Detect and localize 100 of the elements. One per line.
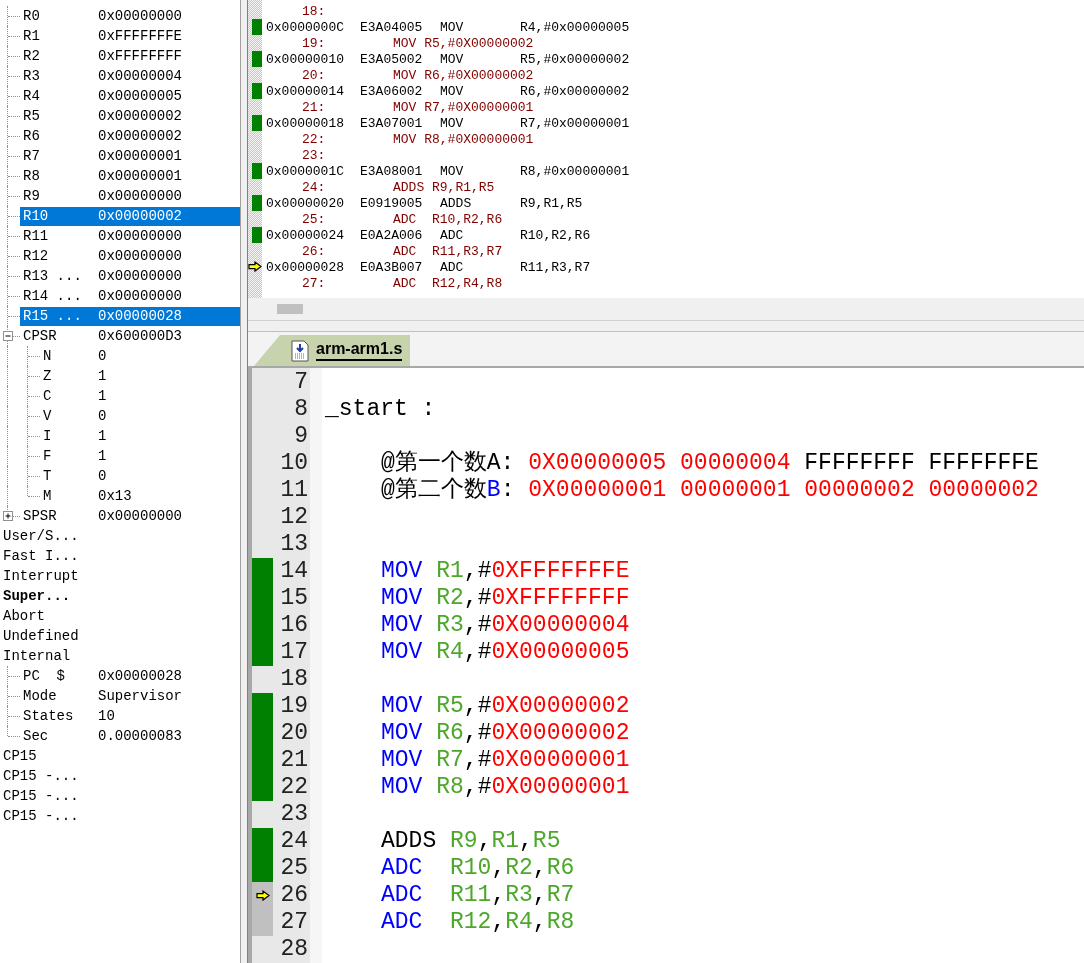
register-value: 1 (98, 448, 107, 464)
code-line: MOV R2,#0XFFFFFFFF (380, 585, 630, 612)
register-row[interactable]: R11 0x00000000 (20, 226, 240, 246)
code-line: ADC R11,R3,R7 (380, 882, 575, 909)
mode-group[interactable]: Super... (0, 586, 240, 606)
register-row[interactable]: PC $ 0x00000028 (20, 666, 240, 686)
mode-group[interactable]: Internal (0, 646, 240, 666)
register-row[interactable]: R10 0x00000002 (20, 206, 240, 226)
mode-group[interactable]: CP15 -... (0, 766, 240, 786)
register-row[interactable]: R13 ... 0x00000000 (20, 266, 240, 286)
register-row[interactable]: V 0 (40, 406, 240, 426)
code-line: ADDS R9,R1,R5 (380, 828, 561, 855)
instruction-mnemonic: MOV (440, 163, 465, 179)
scrollbar-thumb[interactable] (277, 304, 303, 314)
register-row[interactable]: N 0 (40, 346, 240, 366)
register-row[interactable]: F 1 (40, 446, 240, 466)
mode-group[interactable]: Fast I... (0, 546, 240, 566)
instruction-opcode: E0A2A006 (360, 227, 424, 243)
register-row[interactable]: M 0x13 (40, 486, 240, 506)
register-name: R6 (22, 128, 41, 144)
register-row[interactable]: R8 0x00000001 (20, 166, 240, 186)
code-line: @第二个数B: 0X00000001 00000001 00000002 00000002 (380, 477, 1039, 504)
mode-group[interactable]: CP15 -... (0, 786, 240, 806)
expand-toggle-icon[interactable] (3, 511, 13, 521)
register-row[interactable]: R6 0x00000002 (20, 126, 240, 146)
instruction-mnemonic: MOV (440, 19, 465, 35)
register-value: 0x00000000 (98, 508, 182, 524)
line-number: 10 (280, 450, 308, 476)
register-row[interactable]: I 1 (40, 426, 240, 446)
instruction-operands: R6,#0x00000002 (520, 83, 630, 99)
instruction-operands: R4,#0x00000005 (520, 19, 630, 35)
register-value: 0xFFFFFFFF (98, 48, 182, 64)
register-row[interactable]: R1 0xFFFFFFFE (20, 26, 240, 46)
register-value: 0.00000083 (98, 728, 182, 744)
instruction-operands: R11,R3,R7 (520, 259, 591, 275)
register-name: Z (42, 368, 53, 384)
register-row[interactable]: R3 0x00000004 (20, 66, 240, 86)
code-line: ADC R12,R4,R8 (380, 909, 575, 936)
instruction-operands: R8,#0x00000001 (520, 163, 630, 179)
collapse-toggle-icon[interactable] (3, 331, 13, 341)
source-code: ADC R12,R4,R8 (393, 275, 503, 291)
instruction-address: 0x00000024 (266, 227, 345, 243)
register-row[interactable]: R12 0x00000000 (20, 246, 240, 266)
register-row[interactable]: T 0 (40, 466, 240, 486)
source-code: ADDS R9,R1,R5 (393, 179, 495, 195)
register-name: R13 ... (22, 268, 83, 284)
line-number: 24 (280, 828, 308, 854)
register-row[interactable]: R5 0x00000002 (20, 106, 240, 126)
instruction-opcode: E0919005 (360, 195, 424, 211)
instruction-address: 0x00000010 (266, 51, 345, 67)
code-line: MOV R7,#0X00000001 (380, 747, 630, 774)
file-icon (290, 339, 310, 362)
mode-group[interactable]: Abort (0, 606, 240, 626)
source-line-number: 24: (302, 179, 327, 195)
code-line: MOV R8,#0X00000001 (380, 774, 630, 801)
register-name: R1 (22, 28, 41, 44)
register-row[interactable]: R4 0x00000005 (20, 86, 240, 106)
register-row[interactable]: CPSR 0x600000D3 (20, 326, 240, 346)
mode-group[interactable]: Interrupt (0, 566, 240, 586)
register-value: 0x00000001 (98, 148, 182, 164)
register-row[interactable]: States 10 (20, 706, 240, 726)
register-row[interactable]: Sec 0.00000083 (20, 726, 240, 746)
instruction-mnemonic: MOV (440, 51, 465, 67)
register-name: R15 ... (22, 308, 83, 324)
register-row[interactable]: SPSR 0x00000000 (20, 506, 240, 526)
register-value: 0x00000000 (98, 8, 182, 24)
mode-group[interactable]: User/S... (0, 526, 240, 546)
code-editor[interactable] (248, 366, 1084, 963)
register-row[interactable]: R14 ... 0x00000000 (20, 286, 240, 306)
instruction-opcode: E0A3B007 (360, 259, 424, 275)
register-name: I (42, 428, 53, 444)
mode-group[interactable]: CP15 -... (0, 806, 240, 826)
register-row[interactable]: Z 1 (40, 366, 240, 386)
register-row[interactable]: R9 0x00000000 (20, 186, 240, 206)
line-number: 19 (280, 693, 308, 719)
register-row[interactable]: R15 ... 0x00000028 (20, 306, 240, 326)
splitter[interactable] (241, 0, 248, 963)
register-name: Mode (22, 688, 58, 704)
line-number: 18 (280, 666, 308, 692)
register-row[interactable]: R7 0x00000001 (20, 146, 240, 166)
register-row[interactable]: R0 0x00000000 (20, 6, 240, 26)
register-name: R0 (22, 8, 41, 24)
line-number: 7 (294, 369, 308, 395)
line-number: 12 (280, 504, 308, 530)
file-tab[interactable]: arm-arm1.s (254, 335, 411, 366)
horizontal-scrollbar[interactable] (248, 298, 1084, 320)
instruction-opcode: E3A07001 (360, 115, 424, 131)
mode-group[interactable]: Undefined (0, 626, 240, 646)
line-number: 27 (280, 909, 308, 935)
mode-group[interactable]: CP15 (0, 746, 240, 766)
line-number: 28 (280, 936, 308, 962)
line-number: 26 (280, 882, 308, 908)
register-name: R9 (22, 188, 41, 204)
register-row[interactable]: C 1 (40, 386, 240, 406)
register-value: 0x00000000 (98, 248, 182, 264)
instruction-address: 0x00000028 (266, 259, 345, 275)
register-row[interactable]: Mode Supervisor (20, 686, 240, 706)
register-row[interactable]: R2 0xFFFFFFFF (20, 46, 240, 66)
instruction-mnemonic: MOV (440, 83, 465, 99)
line-number: 17 (280, 639, 308, 665)
